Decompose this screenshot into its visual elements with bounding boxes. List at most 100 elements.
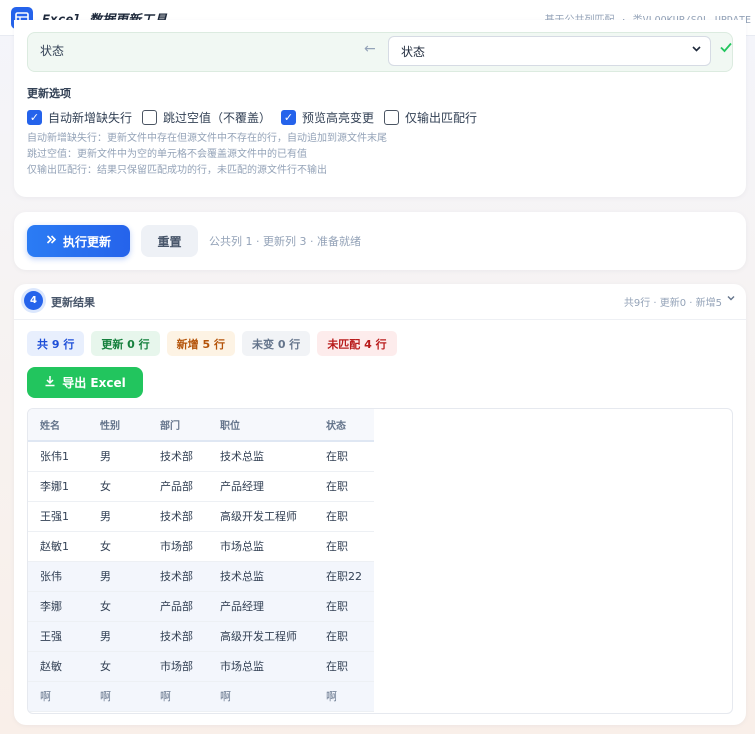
option-preview-highlight[interactable]: ✓ 预览高亮变更: [281, 109, 374, 126]
table-cell: 在职: [314, 651, 374, 682]
table-cell: 李娜: [28, 591, 88, 622]
table-cell: 李娜1: [28, 471, 88, 502]
chip-unchanged[interactable]: 未变 0 行: [241, 331, 311, 356]
table-cell: 啊: [28, 681, 88, 712]
column-header-status[interactable]: 状态: [314, 409, 374, 442]
table-cell: 张伟: [28, 561, 88, 592]
column-header-gender[interactable]: 性别: [88, 409, 148, 442]
table-cell: 市场部: [148, 651, 208, 682]
run-update-label: 执行更新: [62, 234, 111, 249]
double-chevron-right-icon: [46, 234, 57, 248]
arrow-left-icon: ←: [364, 41, 376, 57]
table-cell: 在职22: [314, 561, 374, 592]
table-cell: 在职: [314, 441, 374, 472]
column-header-name[interactable]: 姓名: [28, 409, 88, 442]
checkbox-auto-add[interactable]: ✓: [27, 110, 42, 125]
table-cell: 市场总监: [208, 531, 314, 562]
results-table-container[interactable]: 姓名 性别 部门 职位 状态 张伟1 男 技术部 技术总监 在职 李娜1 女 产…: [27, 408, 733, 714]
table-cell: 女: [88, 591, 148, 622]
table-row: 王强 男 技术部 高级开发工程师 在职: [28, 621, 374, 652]
table-cell: 在职: [314, 501, 374, 532]
table-row: 张伟 男 技术部 技术总监 在职22: [28, 561, 374, 592]
table-cell: 啊: [148, 681, 208, 712]
table-cell: 张伟1: [28, 441, 88, 472]
table-cell: 王强1: [28, 501, 88, 532]
check-icon: [719, 40, 733, 58]
table-cell: 技术部: [148, 501, 208, 532]
option-label: 仅输出匹配行: [405, 111, 478, 125]
run-update-button[interactable]: 执行更新: [27, 225, 130, 257]
checkbox-preview-highlight[interactable]: ✓: [281, 110, 297, 125]
options-section-label: 更新选项: [27, 87, 71, 100]
table-cell: 女: [88, 471, 148, 502]
table-header-row: 姓名 性别 部门 职位 状态: [28, 409, 374, 442]
table-cell: 啊: [314, 681, 374, 712]
chip-updated[interactable]: 更新 0 行: [91, 331, 160, 356]
table-row: 王强1 男 技术部 高级开发工程师 在职: [28, 501, 374, 532]
action-status-text: 公共列 1 · 更新列 3 · 准备就绪: [209, 235, 361, 248]
table-cell: 产品部: [148, 471, 208, 502]
table-cell: 技术部: [148, 621, 208, 652]
table-row: 啊 啊 啊 啊 啊: [28, 681, 374, 712]
table-cell: 产品部: [148, 591, 208, 622]
source-column-label: 状态: [40, 44, 65, 58]
table-row: 李娜1 女 产品部 产品经理 在职: [28, 471, 374, 502]
table-row: 张伟1 男 技术部 技术总监 在职: [28, 441, 374, 472]
option-auto-add[interactable]: ✓ 自动新增缺失行: [27, 109, 132, 126]
table-cell: 在职: [314, 621, 374, 652]
export-excel-button[interactable]: 导出 Excel: [27, 367, 143, 398]
table-cell: 啊: [208, 681, 314, 712]
download-icon: [44, 375, 56, 390]
table-cell: 市场总监: [208, 651, 314, 682]
note-matched-only: 仅输出匹配行：结果只保留匹配成功的行，未匹配的源文件行不输出: [27, 165, 327, 176]
table-cell: 高级开发工程师: [208, 621, 314, 652]
table-cell: 产品经理: [208, 471, 314, 502]
chevron-down-icon: [691, 43, 702, 57]
table-cell: 女: [88, 531, 148, 562]
chip-total[interactable]: 共 9 行: [27, 331, 85, 356]
options-notes: 自动新增缺失行：更新文件中存在但源文件中不存在的行，自动追加到源文件末尾 跳过空…: [27, 131, 387, 179]
table-cell: 技术部: [148, 441, 208, 472]
results-summary: 共9行 · 更新0 · 新增5: [623, 298, 722, 309]
table-cell: 女: [88, 651, 148, 682]
results-title: 更新结果: [51, 296, 95, 309]
update-options-card: 状态 ← 状态 更新选项 ✓ 自动新增缺失行 跳过空值（不覆盖） ✓ 预览高亮变…: [14, 20, 746, 197]
table-cell: 王强: [28, 621, 88, 652]
table-cell: 男: [88, 561, 148, 592]
table-cell: 男: [88, 441, 148, 472]
table-cell: 赵敏1: [28, 531, 88, 562]
table-cell: 男: [88, 621, 148, 652]
table-cell: 在职: [314, 531, 374, 562]
note-auto-add: 自动新增缺失行：更新文件中存在但源文件中不存在的行，自动追加到源文件末尾: [27, 133, 387, 144]
column-header-dept[interactable]: 部门: [148, 409, 208, 442]
option-matched-only[interactable]: 仅输出匹配行: [384, 109, 477, 126]
table-cell: 市场部: [148, 531, 208, 562]
options-row: ✓ 自动新增缺失行 跳过空值（不覆盖） ✓ 预览高亮变更 仅输出匹配行: [27, 109, 477, 126]
results-table: 姓名 性别 部门 职位 状态 张伟1 男 技术部 技术总监 在职 李娜1 女 产…: [28, 409, 374, 712]
option-label: 预览高亮变更: [302, 111, 375, 125]
checkbox-matched-only[interactable]: [384, 110, 400, 125]
table-cell: 啊: [88, 681, 148, 712]
option-label: 跳过空值（不覆盖）: [163, 111, 272, 125]
table-row: 赵敏1 女 市场部 市场总监 在职: [28, 531, 374, 562]
table-cell: 技术总监: [208, 441, 314, 472]
column-header-position[interactable]: 职位: [208, 409, 314, 442]
table-cell: 赵敏: [28, 651, 88, 682]
chevron-down-icon[interactable]: [726, 293, 736, 306]
table-cell: 在职: [314, 591, 374, 622]
checkbox-skip-empty[interactable]: [142, 110, 158, 125]
target-column-select[interactable]: 状态: [388, 36, 711, 66]
option-label: 自动新增缺失行: [48, 111, 133, 125]
chip-unmatched[interactable]: 未匹配 4 行: [317, 331, 397, 356]
table-cell: 技术部: [148, 561, 208, 592]
table-row: 赵敏 女 市场部 市场总监 在职: [28, 651, 374, 682]
table-cell: 技术总监: [208, 561, 314, 592]
column-mapping-row: 状态 ← 状态: [27, 32, 733, 72]
option-skip-empty[interactable]: 跳过空值（不覆盖）: [142, 109, 271, 126]
table-cell: 在职: [314, 471, 374, 502]
table-cell: 高级开发工程师: [208, 501, 314, 532]
results-header[interactable]: 4 更新结果 共9行 · 更新0 · 新增5: [14, 284, 746, 320]
reset-button[interactable]: 重置: [141, 225, 198, 257]
chip-added[interactable]: 新增 5 行: [166, 331, 235, 356]
step-number-badge: 4: [24, 291, 43, 310]
